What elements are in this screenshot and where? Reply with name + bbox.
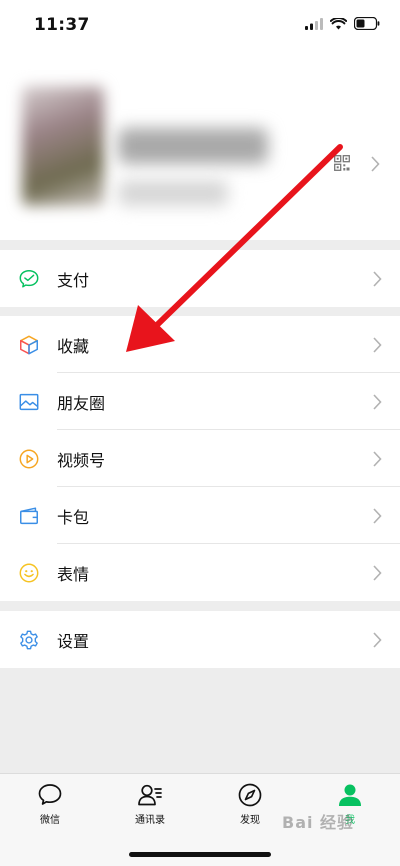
chevron-right-icon <box>371 156 380 172</box>
menu-item-label: 表情 <box>57 564 90 584</box>
chevron-right-icon <box>373 450 382 467</box>
menu-item-pay[interactable]: 支付 <box>0 250 400 307</box>
menu-item-channels[interactable]: 视频号 <box>0 430 400 487</box>
menu-item-label: 设置 <box>57 631 90 651</box>
tab-contacts[interactable]: 通讯录 <box>110 782 190 826</box>
signal-icon <box>305 17 323 30</box>
chevron-right-icon <box>373 336 382 353</box>
menu-item-cards[interactable]: 卡包 <box>0 487 400 544</box>
status-icons <box>305 17 380 30</box>
wifi-icon <box>330 17 347 29</box>
chevron-right-icon <box>373 564 382 581</box>
moments-picture-icon <box>19 393 39 410</box>
chevron-right-icon <box>373 507 382 524</box>
qr-code-icon[interactable] <box>334 155 350 171</box>
menu-item-label: 朋友圈 <box>57 393 106 413</box>
group-services: 收藏 朋友圈 视频号 卡包 表情 <box>0 316 400 601</box>
profile-id-blurred <box>118 180 228 206</box>
contacts-icon <box>138 784 162 806</box>
menu-item-favorites[interactable]: 收藏 <box>0 316 400 373</box>
group-pay: 支付 <box>0 250 400 307</box>
status-time: 11:37 <box>34 15 90 35</box>
watermark: Bai 经验 <box>282 813 355 832</box>
chevron-right-icon <box>373 393 382 410</box>
status-bar: 11:37 <box>0 0 400 50</box>
menu-item-settings[interactable]: 设置 <box>0 611 400 668</box>
battery-icon <box>354 17 380 30</box>
menu-item-label: 视频号 <box>57 450 106 470</box>
tab-label: 微信 <box>40 815 60 826</box>
chevron-right-icon <box>373 270 382 287</box>
menu-item-label: 收藏 <box>57 336 90 356</box>
chevron-right-icon <box>373 631 382 648</box>
channels-play-icon <box>19 449 39 468</box>
compass-icon <box>238 783 262 807</box>
tab-chats[interactable]: 微信 <box>10 782 90 826</box>
menu-item-stickers[interactable]: 表情 <box>0 544 400 601</box>
smiley-icon <box>19 563 39 582</box>
gear-icon <box>20 630 38 649</box>
menu-item-label: 卡包 <box>57 507 90 527</box>
chat-bubble-icon <box>38 784 62 805</box>
menu-item-moments[interactable]: 朋友圈 <box>0 373 400 430</box>
profile-card[interactable] <box>0 50 400 240</box>
pay-icon <box>19 269 39 288</box>
favorites-cube-icon <box>20 335 38 354</box>
tab-discover[interactable]: 发现 <box>210 782 290 826</box>
home-indicator <box>129 852 271 857</box>
card-wallet-icon <box>20 506 38 524</box>
person-icon <box>339 784 361 806</box>
group-settings: 设置 <box>0 611 400 668</box>
profile-name-blurred <box>118 128 268 164</box>
avatar[interactable] <box>22 86 104 206</box>
tab-label: 通讯录 <box>135 815 165 826</box>
menu-item-label: 支付 <box>57 270 90 290</box>
tab-label: 发现 <box>240 815 260 826</box>
